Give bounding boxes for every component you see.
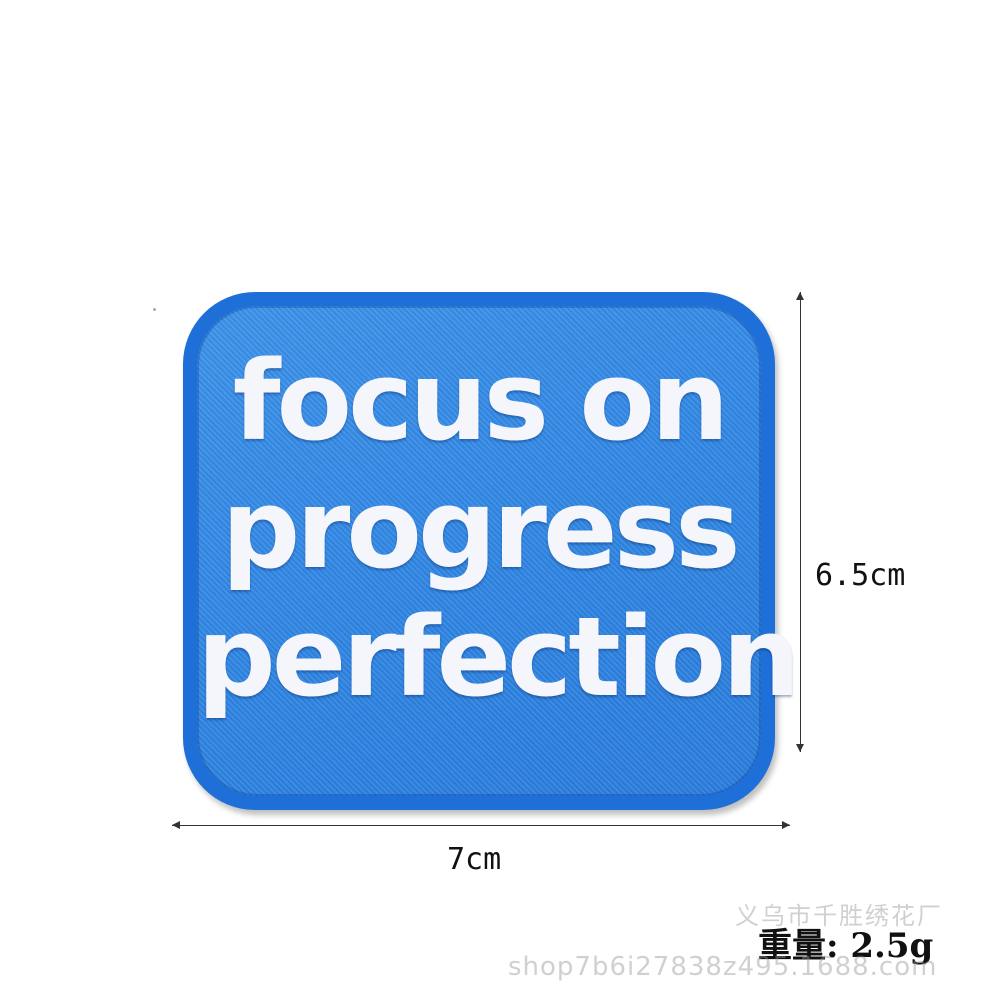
height-label: 6.5cm bbox=[815, 558, 906, 593]
patch-face: focus on progress perfection bbox=[197, 306, 800, 796]
dust-speck bbox=[153, 308, 156, 311]
patch-text-line-2: progress bbox=[221, 465, 740, 593]
height-dimension-arrow bbox=[796, 292, 804, 752]
embroidered-patch: focus on progress perfection bbox=[183, 292, 800, 810]
width-label: 7cm bbox=[447, 842, 502, 877]
width-dimension-arrow bbox=[172, 821, 790, 829]
patch-text-line-1: focus on bbox=[232, 337, 730, 465]
patch-text-line-3: perfection bbox=[197, 593, 800, 721]
shop-url-watermark: shop7b6i27838z495.1688.com bbox=[508, 952, 938, 982]
